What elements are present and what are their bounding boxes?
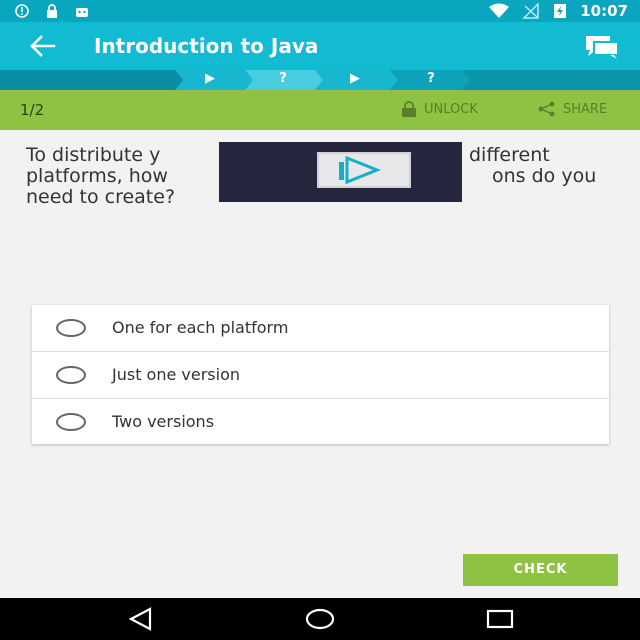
question-line-end: different <box>469 144 550 166</box>
answer-label: Just one version <box>112 365 241 384</box>
nav-back-button[interactable] <box>126 607 156 631</box>
triangle-back-icon <box>128 607 152 631</box>
battery-charging-icon <box>554 4 567 18</box>
chat-button[interactable] <box>584 34 620 60</box>
back-button[interactable] <box>28 32 58 60</box>
nav-home-button[interactable] <box>305 607 335 631</box>
radio-button[interactable] <box>56 319 86 337</box>
lock-icon <box>402 101 416 117</box>
status-bar: 10:07 <box>0 0 640 22</box>
share-icon <box>538 101 555 117</box>
progress-step[interactable]: ▶ <box>175 70 251 90</box>
square-recents-icon <box>486 609 514 629</box>
step-label: ? <box>427 71 435 86</box>
no-signal-icon <box>522 3 539 19</box>
step-label: ? <box>279 71 287 86</box>
share-button[interactable]: SHARE <box>537 101 607 117</box>
arrow-left-icon <box>30 35 56 57</box>
play-logo-icon <box>339 155 382 185</box>
radio-button[interactable] <box>56 366 86 384</box>
progress-step[interactable]: ▶ <box>320 70 396 90</box>
clock: 10:07 <box>580 2 628 20</box>
check-button[interactable]: CHECK <box>463 554 618 586</box>
unlock-button[interactable]: UNLOCK <box>400 101 478 117</box>
question-counter: 1/2 <box>20 101 45 119</box>
progress-step[interactable]: ? <box>248 70 324 90</box>
chat-bubbles-icon <box>586 36 619 59</box>
info-bar: 1/2 UNLOCK SHARE <box>0 90 640 130</box>
play-logo <box>317 152 411 188</box>
step-label: ▶ <box>205 71 215 86</box>
radio-button[interactable] <box>56 413 86 431</box>
step-label: ▶ <box>350 71 360 86</box>
question-line: need to create? <box>26 186 176 208</box>
alert-icon <box>15 4 29 18</box>
question-line-end: ons do you <box>492 165 597 187</box>
answer-options: One for each platform Just one version T… <box>32 305 609 444</box>
progress-step[interactable]: ? <box>396 70 472 90</box>
question-line: To distribute y <box>26 144 161 166</box>
lock-icon <box>47 4 57 18</box>
lesson-progress: ▶ ? ▶ ? <box>0 70 640 90</box>
answer-label: Two versions <box>112 412 215 431</box>
nav-recents-button[interactable] <box>485 607 515 631</box>
answer-label: One for each platform <box>112 318 289 337</box>
unlock-label: UNLOCK <box>424 101 478 117</box>
page-title: Introduction to Java <box>94 34 319 58</box>
system-nav-bar <box>0 598 640 640</box>
answer-option[interactable]: One for each platform <box>32 305 609 351</box>
wifi-icon <box>489 3 510 18</box>
answer-option[interactable]: Two versions <box>32 399 609 445</box>
circle-home-icon <box>305 608 335 630</box>
share-label: SHARE <box>563 101 608 117</box>
answer-option[interactable]: Just one version <box>32 352 609 398</box>
video-overlay[interactable] <box>219 142 462 202</box>
android-icon <box>76 8 88 17</box>
app-bar: Introduction to Java <box>0 22 640 70</box>
question-line: platforms, how <box>26 165 168 187</box>
